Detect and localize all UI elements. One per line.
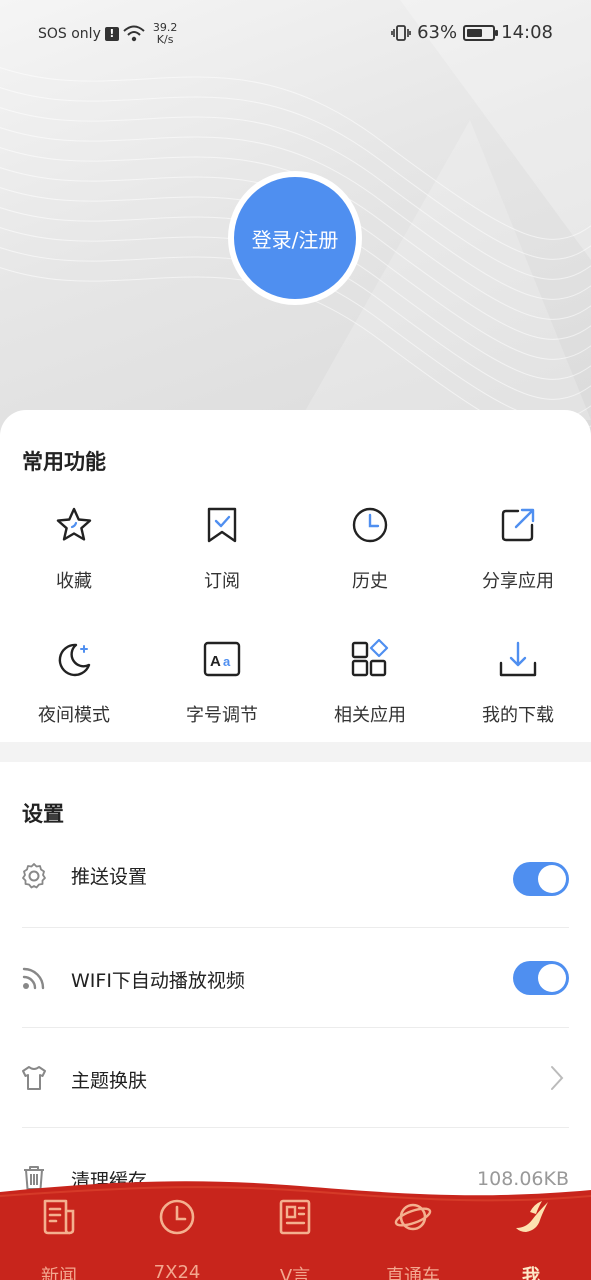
settings-row-theme[interactable]: 主题换肤 bbox=[0, 1028, 591, 1128]
document-icon bbox=[279, 1199, 311, 1235]
network-speed: 39.2 K/s bbox=[152, 21, 178, 46]
function-my-downloads[interactable]: 我的下载 bbox=[444, 639, 591, 727]
function-subscribe[interactable]: 订阅 bbox=[148, 505, 296, 593]
bottom-navigation: 新闻 7X24 V言 直通车 我 bbox=[0, 1180, 591, 1280]
settings-row-push[interactable]: 推送设置 bbox=[0, 828, 591, 928]
function-share-app[interactable]: 分享应用 bbox=[444, 505, 591, 593]
function-font-size[interactable]: Aa 字号调节 bbox=[148, 639, 296, 727]
settings-label: 主题换肤 bbox=[71, 1070, 148, 1092]
rss-icon bbox=[22, 967, 45, 990]
nav-label: 7X24 bbox=[153, 1262, 201, 1280]
toggle-knob bbox=[538, 865, 566, 893]
push-toggle[interactable] bbox=[513, 862, 569, 896]
settings-label: 推送设置 bbox=[71, 866, 148, 888]
nav-label: V言 bbox=[279, 1266, 311, 1280]
function-history[interactable]: 历史 bbox=[296, 505, 444, 593]
common-functions-card: 常用功能 收藏 订阅 历史 分享应用 夜间模式 Aa 字号调节 相关应用 我的下… bbox=[0, 410, 591, 742]
clock-icon bbox=[352, 507, 388, 543]
section-title-common: 常用功能 bbox=[22, 450, 106, 474]
function-favorites[interactable]: 收藏 bbox=[0, 505, 148, 593]
nav-express[interactable]: 直通车 bbox=[373, 1198, 453, 1280]
clock-icon bbox=[159, 1199, 195, 1235]
wifi-autoplay-toggle[interactable] bbox=[513, 961, 569, 995]
function-label: 订阅 bbox=[204, 571, 240, 592]
clock-time: 14:08 bbox=[501, 22, 553, 43]
chevron-right-icon bbox=[551, 1066, 564, 1090]
function-label: 分享应用 bbox=[482, 571, 554, 592]
status-bar: SOS only ! 39.2 K/s 63% 14:08 bbox=[0, 0, 591, 66]
nav-news[interactable]: 新闻 bbox=[19, 1198, 99, 1280]
battery-icon bbox=[463, 24, 499, 41]
function-label: 收藏 bbox=[56, 571, 92, 592]
function-label: 我的下载 bbox=[482, 705, 554, 726]
alert-icon: ! bbox=[104, 27, 119, 41]
function-related-apps[interactable]: 相关应用 bbox=[296, 638, 444, 727]
bird-icon bbox=[516, 1201, 548, 1232]
section-title-settings: 设置 bbox=[22, 802, 64, 826]
news-icon bbox=[43, 1199, 75, 1235]
function-night-mode[interactable]: 夜间模式 bbox=[0, 639, 148, 727]
function-label: 夜间模式 bbox=[38, 705, 110, 726]
bookmark-check-icon bbox=[207, 507, 237, 543]
share-icon bbox=[501, 508, 535, 542]
vibrate-icon bbox=[391, 24, 411, 41]
svg-text:A: A bbox=[210, 653, 221, 670]
star-icon bbox=[56, 507, 92, 541]
carrier-text: SOS only bbox=[38, 26, 101, 42]
settings-label: WIFI下自动播放视频 bbox=[71, 970, 245, 992]
settings-row-wifi-autoplay[interactable]: WIFI下自动播放视频 bbox=[0, 928, 591, 1028]
shirt-icon bbox=[22, 1066, 46, 1090]
moon-icon bbox=[58, 643, 91, 677]
gear-icon bbox=[22, 863, 46, 889]
nav-v-talk[interactable]: V言 bbox=[255, 1198, 335, 1280]
nav-label: 我 bbox=[522, 1266, 540, 1280]
function-label: 相关应用 bbox=[334, 705, 406, 726]
font-size-icon: Aa bbox=[203, 641, 241, 677]
battery-percent: 63% bbox=[417, 22, 458, 43]
nav-me[interactable]: 我 bbox=[491, 1198, 571, 1280]
nav-label: 新闻 bbox=[41, 1266, 77, 1280]
wifi-icon bbox=[123, 25, 145, 42]
login-register-label: 登录/注册 bbox=[234, 177, 356, 299]
function-label: 字号调节 bbox=[186, 705, 258, 726]
toggle-knob bbox=[538, 964, 566, 992]
function-label: 历史 bbox=[352, 571, 388, 592]
svg-text:a: a bbox=[223, 654, 231, 669]
download-icon bbox=[499, 641, 537, 677]
apps-icon bbox=[351, 638, 389, 677]
login-register-button[interactable]: 登录/注册 bbox=[228, 171, 362, 305]
planet-icon bbox=[394, 1203, 432, 1231]
nav-label: 直通车 bbox=[386, 1266, 440, 1280]
nav-7x24[interactable]: 7X24 bbox=[137, 1198, 217, 1280]
